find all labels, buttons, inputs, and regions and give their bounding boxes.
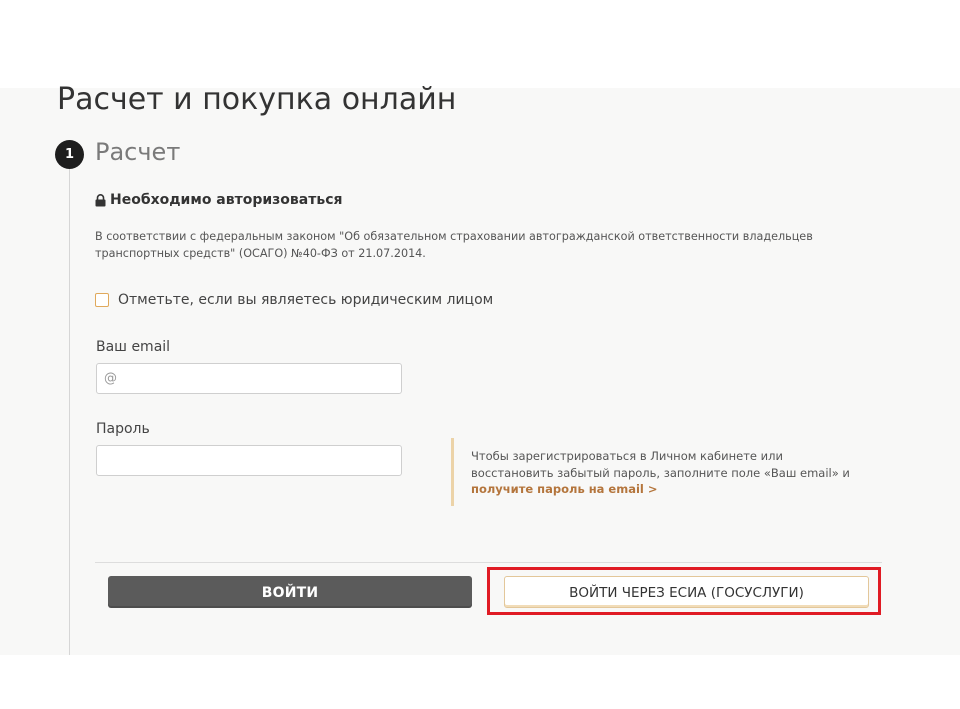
- step-timeline-line: [69, 168, 70, 655]
- get-password-link[interactable]: получите пароль на email >: [471, 482, 658, 496]
- esia-login-button[interactable]: ВОЙТИ ЧЕРЕЗ ЕСИА (ГОСУСЛУГИ): [504, 576, 869, 608]
- email-label: Ваш email: [96, 339, 171, 355]
- legal-entity-checkbox[interactable]: [95, 293, 109, 307]
- step-number-badge: 1: [55, 140, 84, 169]
- lock-icon: [95, 193, 106, 206]
- auth-heading-text: Необходимо авторизоваться: [110, 192, 343, 208]
- law-notice-text: В соответствии с федеральным законом "Об…: [95, 230, 813, 260]
- step-title: Расчет: [95, 138, 181, 166]
- legal-entity-checkbox-label[interactable]: Отметьте, если вы являетесь юридическим …: [118, 292, 493, 308]
- form-divider: [95, 562, 882, 563]
- legal-entity-checkbox-row[interactable]: Отметьте, если вы являетесь юридическим …: [95, 292, 493, 308]
- email-input[interactable]: [96, 363, 402, 394]
- page-title: Расчет и покупка онлайн: [57, 82, 457, 117]
- registration-hint: Чтобы зарегистрироваться в Личном кабине…: [451, 438, 851, 506]
- registration-hint-text: Чтобы зарегистрироваться в Личном кабине…: [471, 449, 850, 480]
- password-input[interactable]: [96, 445, 402, 476]
- auth-heading: Необходимо авторизоваться: [95, 192, 343, 208]
- password-label: Пароль: [96, 421, 150, 437]
- login-button[interactable]: ВОЙТИ: [108, 576, 472, 608]
